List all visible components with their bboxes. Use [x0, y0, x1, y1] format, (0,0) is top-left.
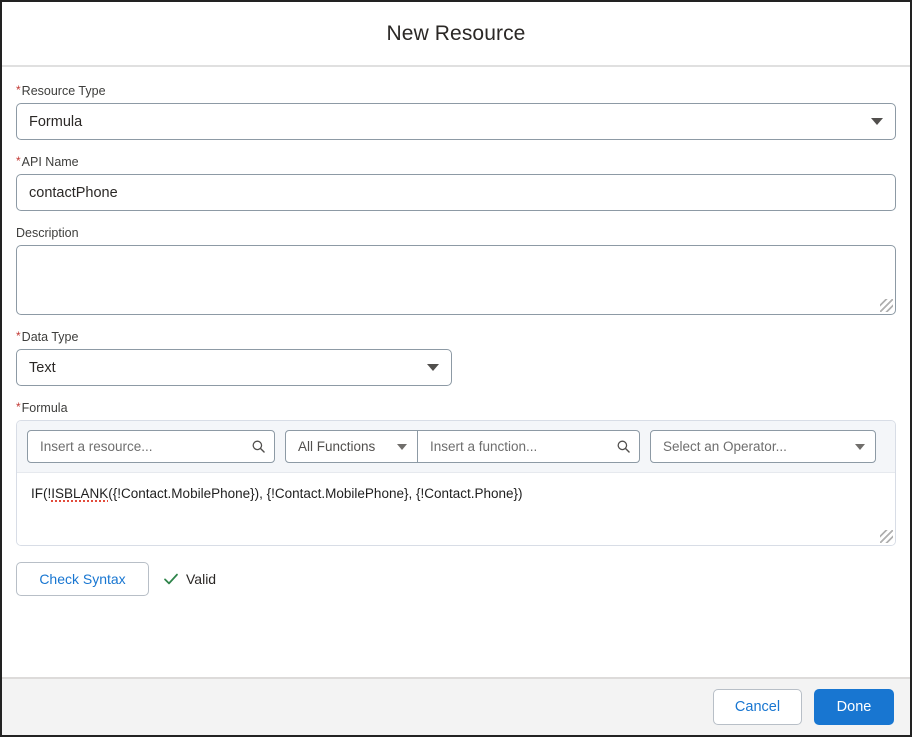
- insert-function-input[interactable]: Insert a function...: [418, 430, 640, 463]
- select-operator-label: Select an Operator...: [663, 439, 787, 454]
- api-name-label-text: API Name: [21, 155, 79, 169]
- api-name-input[interactable]: contactPhone: [16, 174, 896, 211]
- data-type-value: Text: [29, 359, 56, 376]
- formula-label: *Formula: [16, 400, 896, 416]
- field-data-type: *Data Type Text: [16, 329, 896, 386]
- formula-text-suffix: ({!Contact.MobilePhone}), {!Contact.Mobi…: [108, 486, 523, 501]
- resource-type-label: *Resource Type: [16, 83, 896, 99]
- formula-editor-textarea[interactable]: IF(!ISBLANK({!Contact.MobilePhone}), {!C…: [17, 473, 895, 545]
- dialog-footer: Cancel Done: [2, 677, 910, 735]
- api-name-label: *API Name: [16, 154, 896, 170]
- data-type-label: *Data Type: [16, 329, 896, 345]
- new-resource-dialog: New Resource *Resource Type Formula *API…: [0, 0, 912, 737]
- chevron-down-icon: [427, 364, 439, 371]
- required-asterisk-icon: *: [16, 154, 21, 168]
- field-description: Description: [16, 225, 896, 315]
- check-icon: [164, 573, 178, 585]
- insert-resource-input[interactable]: Insert a resource...: [27, 430, 275, 463]
- description-textarea[interactable]: [16, 245, 896, 315]
- resource-type-select[interactable]: Formula: [16, 103, 896, 140]
- syntax-check-row: Check Syntax Valid: [16, 562, 896, 596]
- field-resource-type: *Resource Type Formula: [16, 83, 896, 140]
- chevron-down-icon: [871, 118, 883, 125]
- chevron-down-icon: [855, 443, 865, 450]
- formula-text-spellchecked: ISBLANK: [51, 486, 109, 501]
- formula-toolbar: Insert a resource... All Functions Inser…: [17, 421, 895, 473]
- dialog-header: New Resource: [2, 2, 910, 67]
- all-functions-label: All Functions: [298, 439, 376, 454]
- function-picker-group: All Functions Insert a function...: [285, 430, 640, 463]
- formula-text-prefix: IF(!: [31, 486, 52, 501]
- syntax-status: Valid: [163, 571, 216, 587]
- data-type-select[interactable]: Text: [16, 349, 452, 386]
- resource-type-value: Formula: [29, 113, 83, 130]
- data-type-label-text: Data Type: [21, 330, 79, 344]
- select-operator-dropdown[interactable]: Select an Operator...: [650, 430, 876, 463]
- status-badge: Valid: [186, 571, 217, 587]
- cancel-button[interactable]: Cancel: [713, 689, 802, 725]
- field-formula: *Formula Insert a resource... All Functi…: [16, 400, 896, 596]
- page-title: New Resource: [386, 21, 526, 45]
- dialog-body: *Resource Type Formula *API Name contact…: [2, 67, 910, 677]
- insert-resource-placeholder: Insert a resource...: [40, 439, 153, 454]
- required-asterisk-icon: *: [16, 329, 21, 343]
- required-asterisk-icon: *: [16, 83, 21, 97]
- check-syntax-button[interactable]: Check Syntax: [16, 562, 149, 596]
- field-api-name: *API Name contactPhone: [16, 154, 896, 211]
- search-icon: [617, 440, 630, 453]
- chevron-down-icon: [397, 443, 407, 450]
- required-asterisk-icon: *: [16, 400, 21, 414]
- api-name-value: contactPhone: [29, 184, 118, 201]
- resource-type-label-text: Resource Type: [21, 84, 106, 98]
- done-button[interactable]: Done: [814, 689, 894, 725]
- resize-handle-icon[interactable]: [880, 530, 893, 543]
- description-label: Description: [16, 226, 79, 240]
- all-functions-select[interactable]: All Functions: [285, 430, 418, 463]
- insert-function-placeholder: Insert a function...: [430, 439, 538, 454]
- formula-label-text: Formula: [21, 401, 68, 415]
- resize-handle-icon[interactable]: [880, 299, 893, 312]
- formula-builder: Insert a resource... All Functions Inser…: [16, 420, 896, 546]
- search-icon: [252, 440, 265, 453]
